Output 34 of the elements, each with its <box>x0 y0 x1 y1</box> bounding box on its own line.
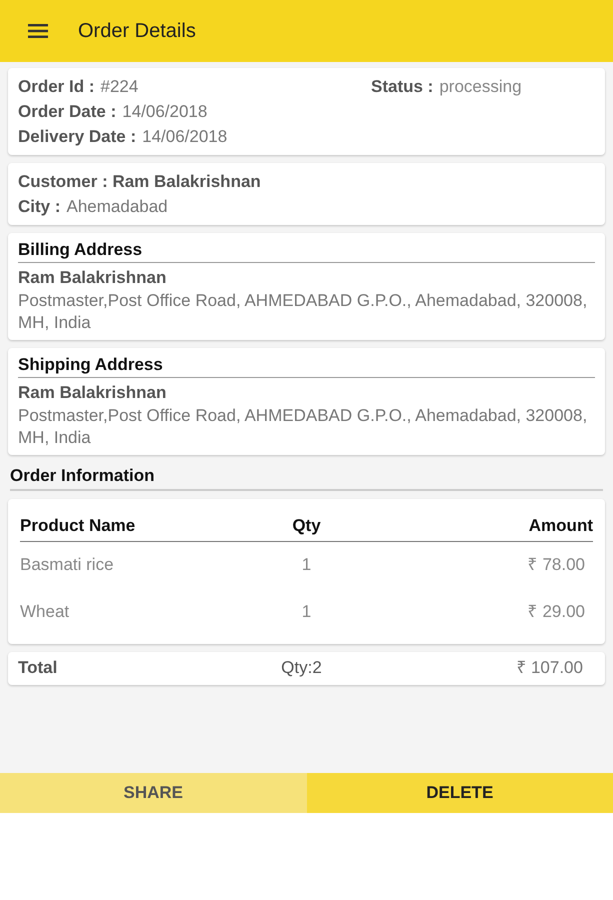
table-cell-text: ₹ 78.00 <box>526 554 586 576</box>
table-cell-text: 1 <box>300 554 312 576</box>
table-cell-text: ₹ 29.00 <box>526 601 586 624</box>
field-value: 14/06/2018 <box>142 126 228 148</box>
address-heading: Billing Address <box>18 239 595 263</box>
field-value: #224 <box>100 76 138 98</box>
address-text: Postmaster,Post Office Road, AHMEDABAD G.P.O., Ahemadabad, 320008, MH, India <box>18 290 588 334</box>
city-value: Ahemadabad <box>66 196 168 218</box>
table-cell-text: Basmati rice <box>20 554 115 576</box>
column-header: Product Name <box>20 515 136 537</box>
field-label: Delivery Date : <box>18 126 136 148</box>
column-header: Qty <box>291 515 322 537</box>
total-qty: Qty:2 <box>280 657 323 680</box>
table-cell-text: Wheat <box>20 601 70 624</box>
address-heading: Shipping Address <box>18 354 595 378</box>
field-label: Order Date : <box>18 101 116 123</box>
address-name: Ram Balakrishnan <box>18 267 168 289</box>
city-label: City : <box>18 196 60 218</box>
table-cell-text: 1 <box>300 601 312 624</box>
action-button[interactable]: DELETE <box>306 773 613 813</box>
app-title: Order Details <box>78 19 196 44</box>
column-header: Amount <box>528 515 593 537</box>
field-label: Order Id : <box>18 76 95 98</box>
total-label: Total <box>18 657 58 680</box>
address-text: Postmaster,Post Office Road, AHMEDABAD G.P.O., Ahemadabad, 320008, MH, India <box>18 405 588 449</box>
status-label: Status : <box>371 76 434 98</box>
total-amount: ₹ 107.00 <box>515 657 584 680</box>
address-name: Ram Balakrishnan <box>18 382 168 404</box>
status-value: processing <box>439 76 522 98</box>
customer-name: Customer : Ram Balakrishnan <box>18 171 262 193</box>
menu-icon[interactable] <box>28 24 48 38</box>
field-value: 14/06/2018 <box>122 101 208 123</box>
section-heading: Order Information <box>10 466 155 485</box>
action-button[interactable]: SHARE <box>0 773 306 813</box>
